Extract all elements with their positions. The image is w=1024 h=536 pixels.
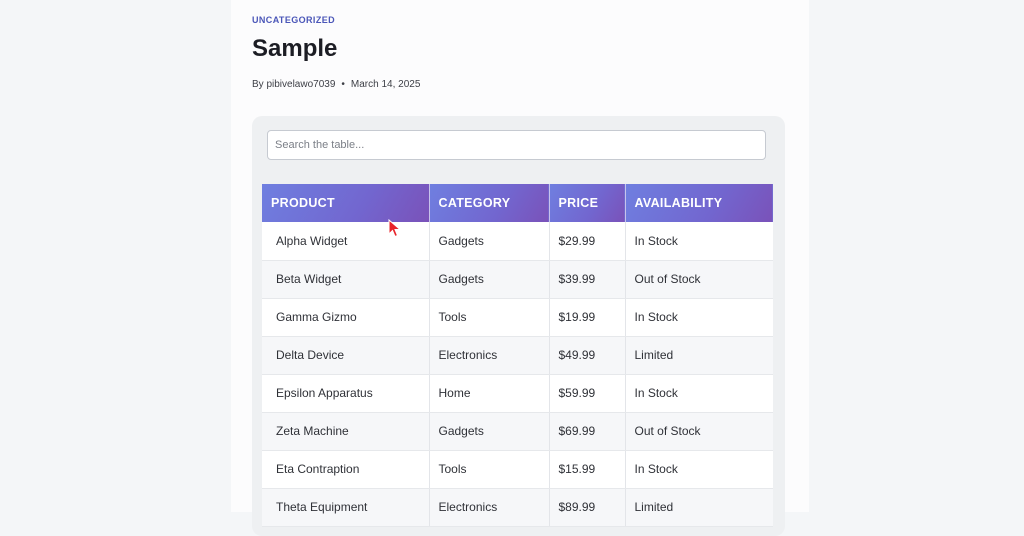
cell-price: $89.99 [549,488,626,527]
cell-category: Gadgets [429,222,550,261]
cell-category: Tools [429,298,550,337]
cell-category: Home [429,374,550,413]
cell-product: Delta Device [262,336,430,375]
table-row[interactable]: Delta Device Electronics $49.99 Limited [262,336,773,375]
column-header-category[interactable]: CATEGORY [429,184,550,222]
cell-availability: Out of Stock [625,412,773,451]
cell-price: $59.99 [549,374,626,413]
cell-price: $69.99 [549,412,626,451]
cell-product: Theta Equipment [262,488,430,527]
cell-price: $15.99 [549,450,626,489]
cell-category: Gadgets [429,412,550,451]
table-row[interactable]: Beta Widget Gadgets $39.99 Out of Stock [262,260,773,299]
cell-category: Tools [429,450,550,489]
cell-availability: Limited [625,336,773,375]
cell-availability: In Stock [625,374,773,413]
cell-product: Gamma Gizmo [262,298,430,337]
cell-category: Electronics [429,488,550,527]
mouse-cursor-icon [388,219,402,238]
table-header-row: PRODUCT CATEGORY PRICE AVAILABILITY [262,184,773,222]
table-row[interactable]: Eta Contraption Tools $15.99 In Stock [262,450,773,489]
product-table: PRODUCT CATEGORY PRICE AVAILABILITY Alph… [262,184,773,527]
table-row[interactable]: Gamma Gizmo Tools $19.99 In Stock [262,298,773,337]
table-row[interactable]: Epsilon Apparatus Home $59.99 In Stock [262,374,773,413]
category-link[interactable]: UNCATEGORIZED [252,15,335,25]
cell-availability: In Stock [625,222,773,261]
post-date[interactable]: March 14, 2025 [351,79,421,90]
cell-product: Eta Contraption [262,450,430,489]
cell-availability: Out of Stock [625,260,773,299]
post-meta: By pibivelawo7039 • March 14, 2025 [252,79,420,90]
cell-availability: In Stock [625,298,773,337]
cell-category: Electronics [429,336,550,375]
cell-price: $19.99 [549,298,626,337]
meta-separator: • [341,79,345,90]
cell-product: Epsilon Apparatus [262,374,430,413]
table-search-input[interactable] [267,130,766,160]
cell-price: $39.99 [549,260,626,299]
cell-availability: Limited [625,488,773,527]
table-row[interactable]: Alpha Widget Gadgets $29.99 In Stock [262,222,773,261]
cell-price: $49.99 [549,336,626,375]
cell-product: Zeta Machine [262,412,430,451]
cell-product: Beta Widget [262,260,430,299]
cell-price: $29.99 [549,222,626,261]
table-row[interactable]: Theta Equipment Electronics $89.99 Limited [262,488,773,527]
table-body: Alpha Widget Gadgets $29.99 In Stock Beta Wi… [262,222,773,527]
page-title: Sample [252,35,338,62]
column-header-price[interactable]: PRICE [549,184,626,222]
column-header-product[interactable]: PRODUCT [262,184,430,222]
post-author[interactable]: By pibivelawo7039 [252,79,335,90]
cell-category: Gadgets [429,260,550,299]
cell-product: Alpha Widget [262,222,430,261]
table-row[interactable]: Zeta Machine Gadgets $69.99 Out of Stock [262,412,773,451]
cell-availability: In Stock [625,450,773,489]
column-header-availability[interactable]: AVAILABILITY [625,184,773,222]
